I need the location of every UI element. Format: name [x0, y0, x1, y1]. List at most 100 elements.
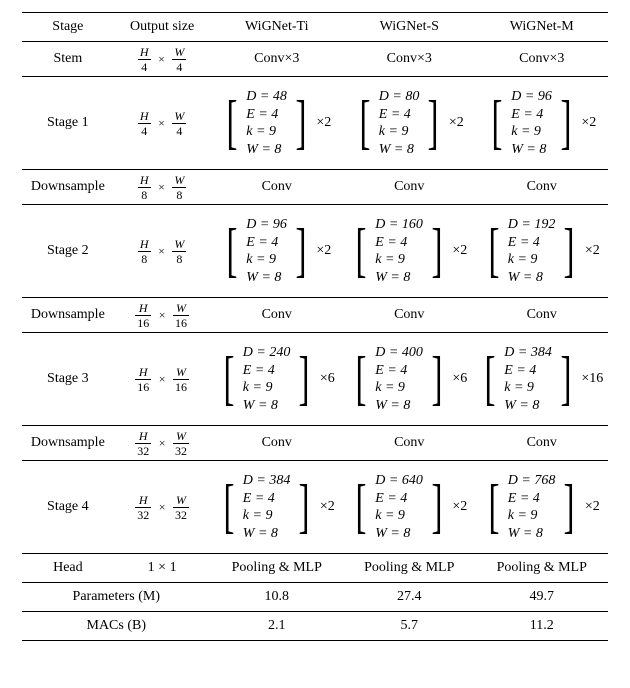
repeat-mult: ×2 [583, 243, 600, 259]
spec-line: E = 4 [508, 490, 556, 508]
row-downsample-1: Downsample H8 × W8 Conv Conv Conv [22, 170, 608, 205]
output-size: 1 × 1 [114, 554, 211, 583]
frac-den: 8 [138, 252, 151, 265]
cell-ti: Pooling & MLP [211, 554, 343, 583]
times-icon: × [154, 116, 169, 131]
spec-line: W = 8 [246, 141, 287, 159]
bracket-right-icon: ] [299, 472, 310, 542]
cell-m: Conv [476, 170, 609, 205]
spec-line: E = 4 [375, 234, 423, 252]
repeat-mult: ×2 [583, 499, 600, 515]
frac-den: 32 [135, 444, 151, 457]
cell-s: 5.7 [343, 612, 475, 641]
spec-line: D = 384 [504, 344, 552, 362]
spec-line: D = 240 [243, 344, 291, 362]
cell-s: [ D = 400E = 4k = 9W = 8 ] ×6 [343, 333, 475, 426]
bracket-left-icon: [ [227, 216, 238, 286]
bracket-left-icon: [ [356, 344, 367, 414]
stage-label: Downsample [22, 426, 114, 461]
spec-line: E = 4 [375, 490, 423, 508]
spec-line: E = 4 [511, 106, 552, 124]
spec-line: D = 80 [379, 88, 420, 106]
stage-label: Stem [22, 42, 114, 77]
table-header: Stage Output size WiGNet-Ti WiGNet-S WiG… [22, 13, 608, 42]
spec-line: W = 8 [375, 525, 423, 543]
repeat-mult: ×2 [314, 115, 331, 131]
frac-num: W [176, 301, 186, 315]
bracket-right-icon: ] [431, 344, 442, 414]
cell-ti: Conv [211, 426, 343, 461]
spec-line: E = 4 [504, 362, 552, 380]
spec-line: E = 4 [243, 362, 291, 380]
frac-den: 32 [173, 444, 189, 457]
bracket-right-icon: ] [431, 216, 442, 286]
repeat-mult: ×2 [318, 499, 335, 515]
frac-den: 4 [172, 124, 186, 137]
spec-line: W = 8 [379, 141, 420, 159]
output-size: H16 × W16 [114, 298, 211, 333]
output-size: H32 × W32 [114, 461, 211, 554]
output-size: H4 × W4 [114, 42, 211, 77]
frac-num: W [174, 45, 184, 59]
row-stage-4: Stage 4 H32 × W32 [ D = 384E = 4k = 9W =… [22, 461, 608, 554]
spec-line: D = 400 [375, 344, 423, 362]
spec-line: W = 8 [243, 397, 291, 415]
stage-label: Stage 2 [22, 205, 114, 298]
cell-m: [ D = 768E = 4k = 9W = 8 ] ×2 [476, 461, 609, 554]
repeat-mult: ×16 [579, 371, 603, 387]
frac-num: H [140, 237, 149, 251]
spec-line: k = 9 [375, 379, 423, 397]
times-icon: × [154, 244, 169, 259]
times-icon: × [155, 500, 170, 515]
spec-line: W = 8 [375, 397, 423, 415]
bracket-left-icon: [ [488, 216, 499, 286]
row-head: Head 1 × 1 Pooling & MLP Pooling & MLP P… [22, 554, 608, 583]
bracket-left-icon: [ [223, 472, 234, 542]
row-stage-3: Stage 3 H16 × W16 [ D = 240E = 4k = 9W =… [22, 333, 608, 426]
cell-s: Conv [343, 170, 475, 205]
col-wignet-s: WiGNet-S [343, 13, 475, 42]
cell-s: [ D = 640E = 4k = 9W = 8 ] ×2 [343, 461, 475, 554]
frac-num: H [139, 493, 148, 507]
spec-line: k = 9 [375, 507, 423, 525]
frac-num: W [174, 237, 184, 251]
output-size: H8 × W8 [114, 170, 211, 205]
spec-line: E = 4 [246, 234, 287, 252]
cell-s: Conv [343, 426, 475, 461]
frac-den: 4 [138, 124, 151, 137]
col-stage: Stage [22, 13, 114, 42]
frac-den: 8 [172, 188, 186, 201]
cell-s: Pooling & MLP [343, 554, 475, 583]
bracket-right-icon: ] [428, 88, 439, 158]
cell-s: Conv [343, 298, 475, 333]
row-stage-2: Stage 2 H8 × W8 [ D = 96E = 4k = 9W = 8 … [22, 205, 608, 298]
col-wignet-m: WiGNet-M [476, 13, 609, 42]
spec-line: k = 9 [243, 379, 291, 397]
row-stage-1: Stage 1 H4 × W4 [ D = 48E = 4k = 9W = 8 … [22, 77, 608, 170]
cell-ti: [ D = 384E = 4k = 9W = 8 ] ×2 [211, 461, 343, 554]
spec-line: D = 96 [511, 88, 552, 106]
repeat-mult: ×2 [579, 115, 596, 131]
stage-label: Stage 4 [22, 461, 114, 554]
bracket-right-icon: ] [564, 472, 575, 542]
stage-label: Stage 1 [22, 77, 114, 170]
bracket-right-icon: ] [431, 472, 442, 542]
frac-den: 8 [172, 252, 186, 265]
times-icon: × [154, 52, 169, 67]
bracket-right-icon: ] [560, 344, 571, 414]
cell-ti: 2.1 [211, 612, 343, 641]
spec-line: k = 9 [508, 251, 556, 269]
table: Stage Output size WiGNet-Ti WiGNet-S WiG… [22, 12, 608, 641]
cell-m: 49.7 [476, 583, 609, 612]
repeat-mult: ×2 [447, 115, 464, 131]
spec-line: D = 192 [508, 216, 556, 234]
spec-line: k = 9 [246, 123, 287, 141]
frac-num: W [174, 173, 184, 187]
bracket-left-icon: [ [227, 88, 238, 158]
times-icon: × [155, 372, 170, 387]
times-icon: × [155, 308, 170, 323]
spec-line: W = 8 [246, 269, 287, 287]
spec-line: W = 8 [511, 141, 552, 159]
cell-s: [ D = 160E = 4k = 9W = 8 ] ×2 [343, 205, 475, 298]
row-parameters: Parameters (M) 10.8 27.4 49.7 [22, 583, 608, 612]
